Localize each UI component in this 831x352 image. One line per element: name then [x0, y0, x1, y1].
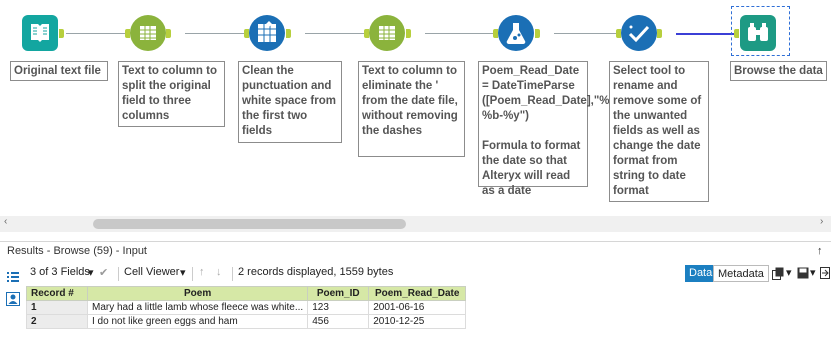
arrow-up-icon[interactable]: ↑	[199, 266, 205, 278]
data-cleansing-icon[interactable]	[249, 15, 285, 51]
chevron-down-icon[interactable]: ▾	[88, 266, 94, 279]
toolbar-separator	[232, 267, 233, 281]
export-icon[interactable]	[820, 267, 830, 279]
table-cell[interactable]: 2001-06-16	[368, 300, 467, 315]
table-cell[interactable]: 2010-12-25	[368, 314, 467, 329]
output-anchor[interactable]	[286, 29, 291, 38]
connection-wire	[554, 33, 616, 34]
tab-data[interactable]: Data	[685, 265, 717, 282]
output-anchor[interactable]	[406, 29, 411, 38]
connection-wire-selected[interactable]	[676, 33, 734, 35]
cell-viewer-selector[interactable]: Cell Viewer	[124, 266, 179, 278]
fields-selector[interactable]: 3 of 3 Fields	[30, 266, 90, 278]
chevron-down-icon[interactable]: ▾	[180, 266, 186, 279]
user-config-icon[interactable]	[6, 292, 20, 306]
output-anchor[interactable]	[59, 29, 64, 38]
save-icon[interactable]	[797, 267, 809, 279]
column-header[interactable]: Poem_ID	[307, 286, 370, 301]
tool-annotation[interactable]: Clean the punctuation and white space fr…	[238, 61, 342, 143]
chevron-down-icon[interactable]: ▾	[786, 266, 792, 279]
tool-annotation[interactable]: Browse the data	[730, 61, 827, 81]
results-title: Results - Browse (59) - Input	[7, 245, 147, 257]
input-tool-icon[interactable]	[22, 15, 58, 51]
table-cell[interactable]: 456	[307, 314, 370, 329]
select-check-icon[interactable]	[621, 15, 657, 51]
check-icon[interactable]: ✔	[99, 266, 108, 279]
text-to-columns-icon[interactable]	[130, 15, 166, 51]
column-header[interactable]: Record #	[26, 286, 88, 301]
datetime-flask-icon[interactable]	[498, 15, 534, 51]
connection-wire	[305, 33, 364, 34]
selection-marquee	[731, 6, 790, 56]
workflow-canvas[interactable]: Original text file Text to column to spl…	[0, 0, 831, 214]
toolbar-separator	[192, 267, 193, 281]
results-toolbar: 3 of 3 Fields ▾ ✔ Cell Viewer ▾ ↑ ↓ 2 re…	[0, 262, 831, 284]
results-panel-header: Results - Browse (59) - Input ↑	[0, 241, 831, 260]
tool-annotation[interactable]: Select tool to rename and remove some of…	[609, 61, 709, 202]
table-row[interactable]: 2 I do not like green eggs and ham 456 2…	[26, 314, 467, 329]
column-header[interactable]: Poem_Read_Date	[368, 286, 467, 301]
scroll-right-icon[interactable]: ›	[820, 216, 823, 227]
record-number: 2	[26, 314, 88, 329]
table-cell[interactable]: 123	[307, 300, 370, 315]
toolbar-separator	[118, 267, 119, 281]
output-anchor[interactable]	[166, 29, 171, 38]
tool-annotation[interactable]: Text to column to split the original fie…	[118, 61, 225, 127]
text-to-columns-icon[interactable]	[369, 15, 405, 51]
connection-wire	[66, 33, 125, 34]
table-cell[interactable]: Mary had a little lamb whose fleece was …	[86, 300, 309, 315]
output-anchor[interactable]	[535, 29, 540, 38]
results-data-grid[interactable]: Record # Poem Poem_ID Poem_Read_Date 1 M…	[26, 286, 467, 329]
tool-annotation[interactable]: Poem_Read_Date = DateTimeParse ([Poem_Re…	[478, 61, 620, 197]
pin-icon[interactable]: ↑	[817, 245, 823, 257]
connection-wire	[185, 33, 244, 34]
tool-annotation[interactable]: Original text file	[10, 61, 108, 81]
copy-icon[interactable]	[772, 267, 784, 280]
chevron-down-icon[interactable]: ▾	[810, 266, 816, 279]
table-cell[interactable]: I do not like green eggs and ham	[86, 314, 309, 329]
records-summary: 2 records displayed, 1559 bytes	[238, 266, 394, 278]
tab-metadata[interactable]: Metadata	[713, 265, 769, 282]
record-number: 1	[26, 300, 88, 315]
arrow-down-icon[interactable]: ↓	[216, 266, 222, 278]
tool-annotation[interactable]: Text to column to eliminate the ' from t…	[358, 61, 465, 157]
table-row[interactable]: 1 Mary had a little lamb whose fleece wa…	[26, 300, 467, 315]
connection-wire	[425, 33, 493, 34]
output-anchor[interactable]	[657, 29, 662, 38]
column-header[interactable]: Poem	[86, 286, 309, 301]
scroll-left-icon[interactable]: ‹	[4, 216, 7, 227]
scrollbar-thumb[interactable]	[93, 219, 406, 229]
horizontal-scrollbar[interactable]: ‹ ›	[0, 216, 831, 232]
